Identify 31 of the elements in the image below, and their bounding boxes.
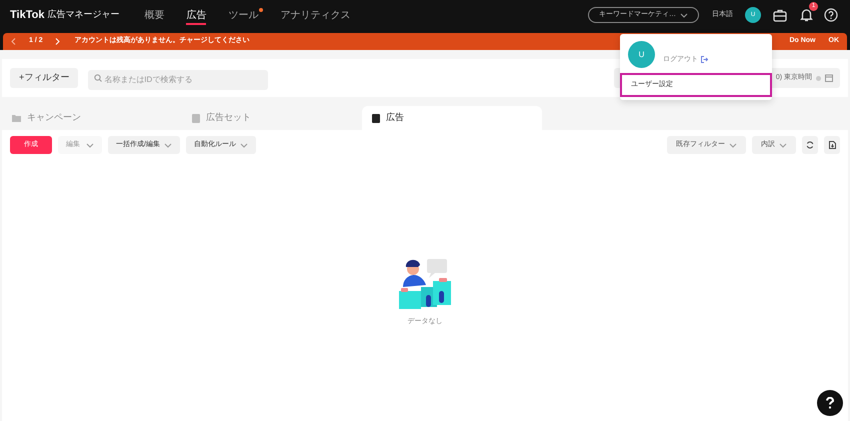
product-name: 広告マネージャー: [47, 8, 120, 22]
nav-tab[interactable]: ツール: [228, 0, 258, 30]
nav-tab[interactable]: アナリティクス: [280, 0, 350, 30]
chevron-down-icon: [729, 142, 737, 148]
chevron-down-icon: [240, 142, 248, 148]
logout-icon: [701, 56, 708, 64]
help-icon[interactable]: [824, 8, 838, 22]
add-filter-button[interactable]: +フィルター: [10, 68, 78, 88]
chevron-down-icon: [779, 142, 787, 148]
user-avatar: U: [628, 41, 655, 68]
chevron-right-icon[interactable]: [54, 38, 60, 45]
chevron-down-icon: [680, 12, 688, 18]
chevron-down-icon: [164, 142, 172, 148]
briefcase-icon[interactable]: [773, 8, 787, 22]
file-icon: [828, 141, 836, 149]
refresh-button[interactable]: [802, 136, 818, 154]
nav-tab[interactable]: 広告: [186, 0, 206, 30]
chevron-down-icon: [86, 142, 94, 148]
search-icon: [94, 74, 102, 82]
level-tab[interactable]: 広告: [362, 106, 542, 130]
help-icon: [825, 397, 835, 409]
export-button[interactable]: [824, 136, 840, 154]
logo: TikTok: [10, 8, 44, 23]
document-icon: [192, 114, 200, 122]
bell-icon[interactable]: [800, 8, 813, 22]
refresh-icon: [806, 141, 814, 149]
search-field[interactable]: 名称またはIDで検索する: [88, 70, 268, 90]
folder-icon: [12, 114, 21, 122]
document-icon: [372, 114, 380, 122]
nav-tab[interactable]: 概要: [144, 0, 164, 30]
calendar-icon: [825, 74, 833, 82]
